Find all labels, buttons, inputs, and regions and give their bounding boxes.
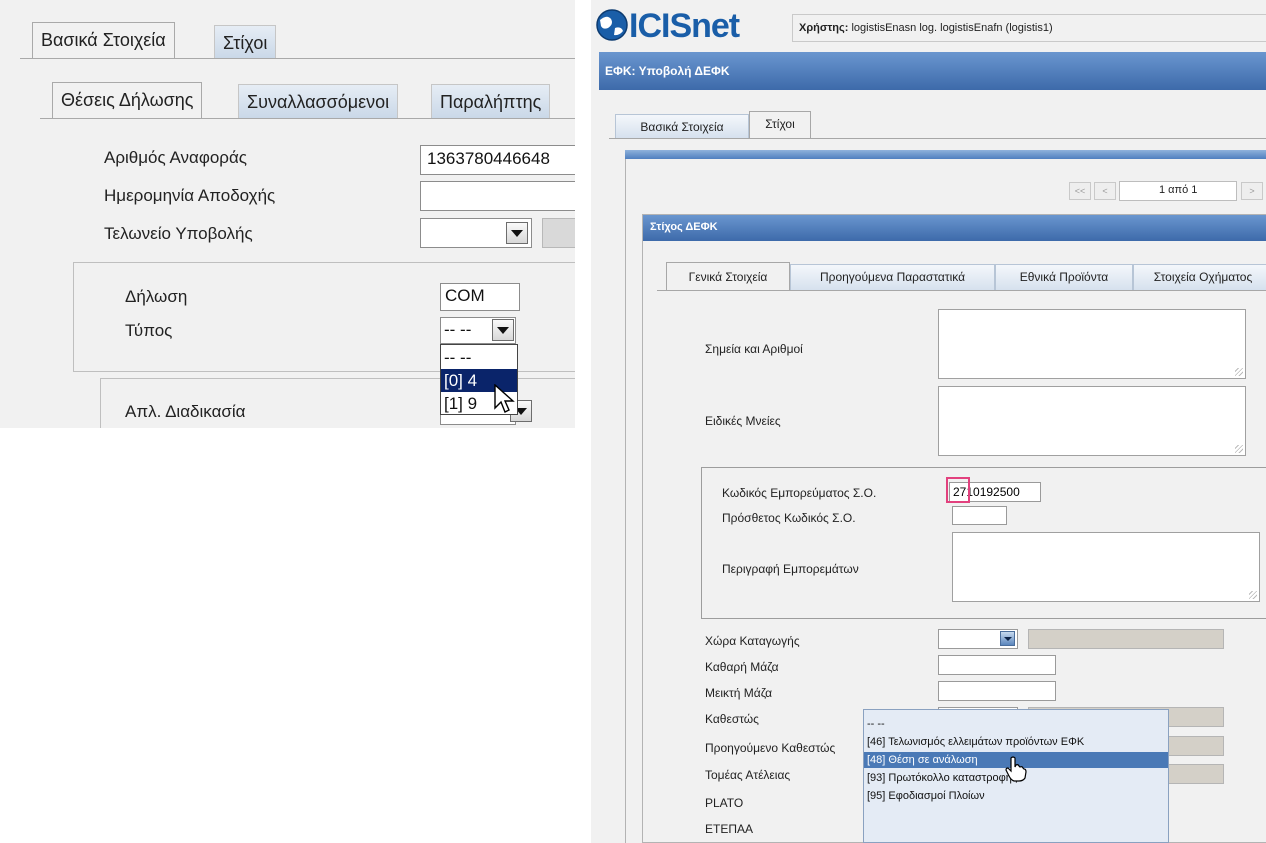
origin-country-label: Χώρα Καταγωγής bbox=[705, 634, 800, 648]
subtab-divider bbox=[40, 118, 575, 119]
subtab-national-products[interactable]: Εθνικά Προϊόντα bbox=[995, 264, 1133, 290]
dropdown-option[interactable]: -- -- bbox=[864, 716, 1168, 732]
subtab-consignee[interactable]: Παραλήπτης bbox=[431, 84, 551, 118]
chevron-down-icon[interactable] bbox=[492, 319, 514, 341]
subtab-declaration-positions[interactable]: Θέσεις Δήλωσης bbox=[52, 82, 203, 118]
application-window: ICISnet Χρήστης: logistisEnasn log. logi… bbox=[591, 0, 1266, 843]
pager-next-button[interactable]: > bbox=[1241, 182, 1263, 200]
previous-regime-label: Προηγούμενο Καθεστώς bbox=[705, 741, 836, 755]
submission-office-label: Τελωνείο Υποβολής bbox=[104, 224, 253, 243]
marks-label: Σημεία και Αριθμοί bbox=[705, 342, 803, 356]
resize-grip-icon[interactable] bbox=[1235, 445, 1243, 453]
declaration-label: Δήλωση bbox=[125, 287, 188, 306]
line-section-header bbox=[643, 215, 1266, 241]
simplified-procedure-label: Απλ. Διαδικασία bbox=[125, 402, 246, 421]
subtab-previous-documents[interactable]: Προηγούμενα Παραστατικά bbox=[790, 264, 995, 290]
reference-number-field[interactable]: 1363780446648 bbox=[420, 145, 575, 175]
goods-description-label: Περιγραφή Εμπορεμάτων bbox=[722, 562, 859, 576]
tab-basic-info[interactable]: Βασικά Στοιχεία bbox=[32, 22, 175, 58]
pager-first-button[interactable]: << bbox=[1069, 182, 1091, 200]
special-notes-textarea[interactable] bbox=[938, 386, 1246, 456]
plato-label: PLATO bbox=[705, 796, 744, 810]
net-mass-field[interactable] bbox=[938, 655, 1056, 675]
pager-prev-button[interactable]: < bbox=[1094, 182, 1116, 200]
dropdown-option[interactable]: [46] Τελωνισμός ελλειμάτων προϊόντων ΕΦΚ bbox=[864, 734, 1168, 750]
pager-page-text: 1 από 1 bbox=[1159, 184, 1198, 196]
declaration-field[interactable]: COM bbox=[440, 283, 520, 311]
hand-cursor-icon bbox=[1005, 756, 1027, 782]
tab-divider bbox=[20, 58, 575, 59]
app-logo: ICISnet bbox=[629, 7, 740, 45]
goods-description-textarea[interactable] bbox=[952, 532, 1260, 602]
section-header-bar bbox=[625, 150, 1266, 159]
commodity-code-label: Κωδικός Εμπορεύματος Σ.Ο. bbox=[722, 486, 877, 500]
line-section-title: Στίχος ΔΕΦΚ bbox=[650, 221, 718, 233]
exemption-sector-label: Τομέας Ατέλειας bbox=[705, 768, 791, 782]
tab-lines[interactable]: Στίχοι bbox=[749, 111, 811, 138]
resize-grip-icon[interactable] bbox=[1235, 368, 1243, 376]
marks-textarea[interactable] bbox=[938, 309, 1246, 379]
tab-basic-info[interactable]: Βασικά Στοιχεία bbox=[615, 114, 749, 138]
reference-number-label: Αριθμός Αναφοράς bbox=[104, 148, 247, 167]
regime-label: Καθεστώς bbox=[705, 712, 759, 726]
gross-mass-field[interactable] bbox=[938, 681, 1056, 701]
globe-logo-icon bbox=[596, 9, 628, 41]
page-title: ΕΦΚ: Υποβολή ΔΕΦΚ bbox=[605, 64, 730, 78]
tab-divider bbox=[609, 138, 1266, 139]
mouse-cursor-icon bbox=[494, 384, 515, 413]
zoomed-form-panel: Βασικά Στοιχεία Στίχοι Θέσεις Δήλωσης Συ… bbox=[0, 0, 575, 428]
net-mass-label: Καθαρή Μάζα bbox=[705, 660, 779, 674]
acceptance-date-label: Ημερομηνία Αποδοχής bbox=[104, 186, 276, 205]
type-label: Τύπος bbox=[125, 321, 173, 340]
subtab-divider bbox=[657, 290, 1266, 291]
etepaa-label: ΕΤΕΠΑΑ bbox=[705, 822, 754, 836]
acceptance-date-field[interactable] bbox=[420, 181, 575, 211]
special-notes-label: Ειδικές Μνείες bbox=[705, 414, 781, 428]
highlight-box bbox=[946, 477, 970, 503]
subtab-general[interactable]: Γενικά Στοιχεία bbox=[666, 262, 790, 290]
chevron-down-icon[interactable] bbox=[506, 222, 528, 244]
gross-mass-label: Μεικτή Μάζα bbox=[705, 686, 773, 700]
dropdown-option[interactable]: [95] Εφοδιασμοί Πλοίων bbox=[864, 788, 1168, 804]
additional-code-field[interactable] bbox=[952, 506, 1007, 525]
subtab-parties[interactable]: Συναλλασσόμενοι bbox=[238, 84, 399, 118]
additional-code-label: Πρόσθετος Κωδικός Σ.Ο. bbox=[722, 511, 856, 525]
origin-country-description bbox=[1028, 629, 1224, 649]
user-info-box bbox=[792, 14, 1266, 42]
tab-lines[interactable]: Στίχοι bbox=[214, 25, 277, 58]
dropdown-option[interactable]: -- -- bbox=[441, 346, 517, 369]
resize-grip-icon[interactable] bbox=[1249, 591, 1257, 599]
subtab-vehicle[interactable]: Στοιχεία Οχήματος bbox=[1133, 264, 1266, 290]
submission-office-description bbox=[542, 218, 575, 248]
chevron-down-icon[interactable] bbox=[1000, 631, 1015, 646]
